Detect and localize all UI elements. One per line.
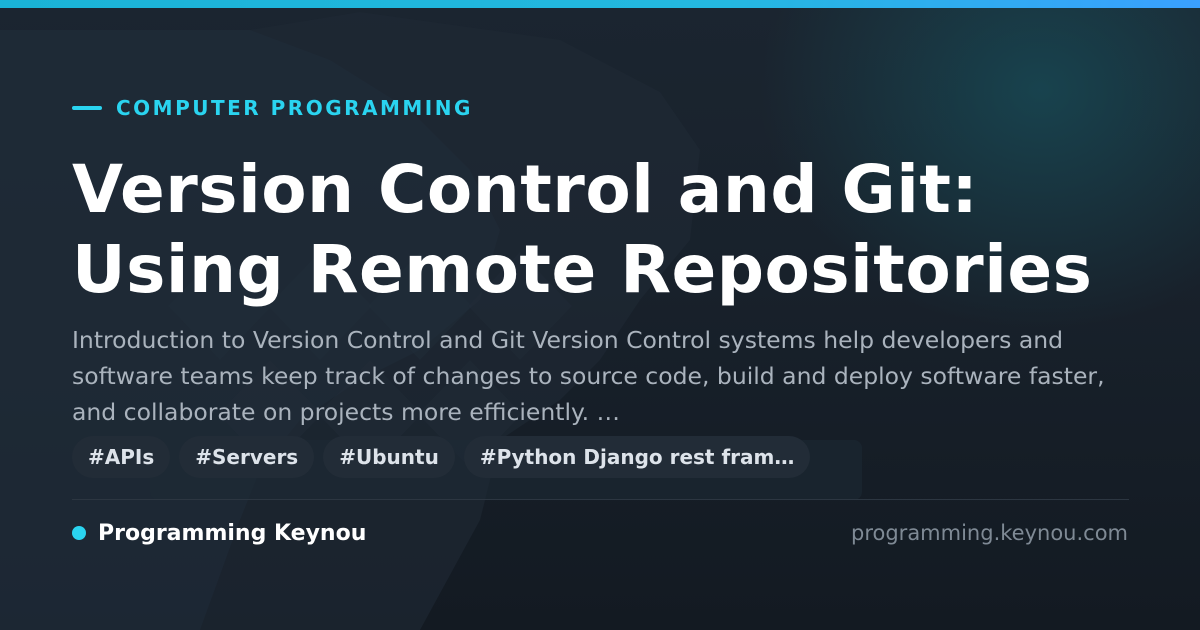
category-label: COMPUTER PROGRAMMING bbox=[72, 94, 473, 122]
article-description: Introduction to Version Control and Git … bbox=[72, 326, 1105, 426]
brand-block: Programming Keynou bbox=[72, 516, 366, 550]
title-line-1: Version Control and Git: bbox=[72, 151, 979, 228]
tag-python-django: #Python Django rest fram… bbox=[463, 436, 811, 478]
category-text: COMPUTER PROGRAMMING bbox=[116, 96, 473, 120]
site-domain: programming.keynou.com bbox=[851, 521, 1128, 545]
brand-name: Programming Keynou bbox=[98, 520, 367, 546]
share-card: COMPUTER PROGRAMMING Version Control and… bbox=[0, 0, 1200, 630]
tag-servers: #Servers bbox=[179, 436, 315, 478]
brand-dot-icon bbox=[72, 526, 86, 540]
tag-ubuntu: #Ubuntu bbox=[323, 436, 455, 478]
title-line-2: Using Remote Repositories bbox=[72, 231, 1093, 308]
tag-list: #APIs #Servers #Ubuntu #Python Django re… bbox=[72, 436, 811, 478]
footer-divider bbox=[72, 499, 1129, 500]
tag-apis: #APIs bbox=[72, 436, 171, 478]
category-accent-line bbox=[72, 106, 102, 110]
article-title: Version Control and Git: Using Remote Re… bbox=[72, 150, 1172, 310]
